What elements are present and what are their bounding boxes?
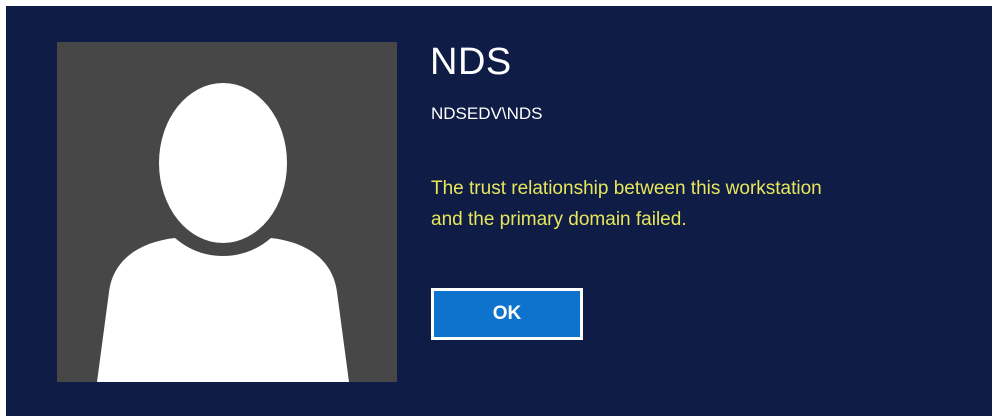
error-message-line-2: and the primary domain failed. — [431, 209, 687, 230]
logon-screen: NDS NDSEDV\NDS The trust relationship be… — [6, 6, 992, 416]
user-avatar — [57, 42, 397, 382]
error-message-line-1: The trust relationship between this work… — [431, 178, 822, 199]
ok-button[interactable]: OK — [431, 288, 583, 340]
user-silhouette-icon — [97, 83, 349, 382]
error-message: The trust relationship between this work… — [431, 173, 971, 235]
user-display-name: NDS — [430, 41, 512, 83]
user-account-name: NDSEDV\NDS — [431, 104, 543, 123]
